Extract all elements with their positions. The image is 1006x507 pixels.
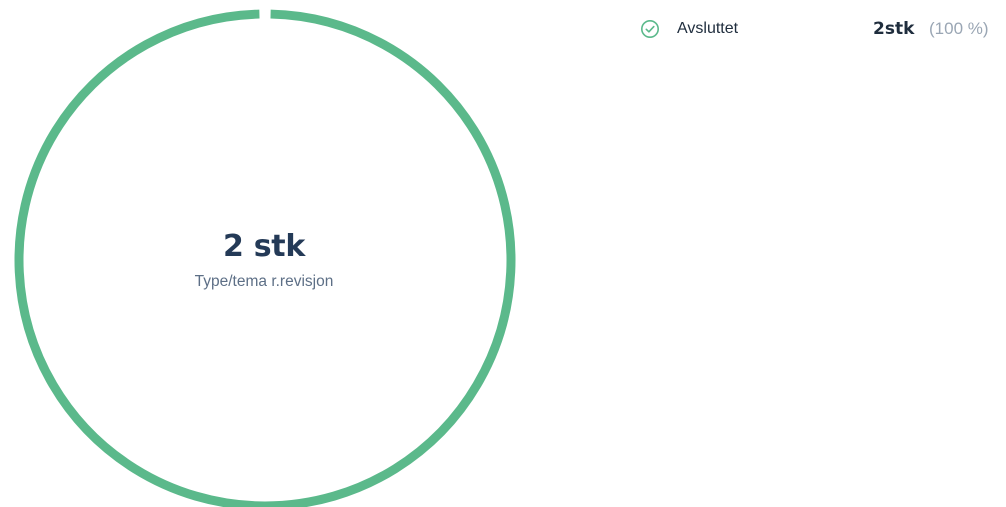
- legend-label: Avsluttet: [677, 20, 739, 37]
- total-count: 2 stk: [223, 229, 305, 264]
- chart-caption: Type/tema r.revisjon: [194, 273, 334, 290]
- legend-percent: (100 %): [929, 19, 989, 38]
- legend-item-avsluttet[interactable]: Avsluttet 2stk (100 %): [640, 15, 1000, 43]
- chart-legend: Avsluttet 2stk (100 %): [640, 15, 1000, 43]
- legend-count: 2stk: [873, 19, 915, 39]
- check-circle-icon: [641, 20, 659, 38]
